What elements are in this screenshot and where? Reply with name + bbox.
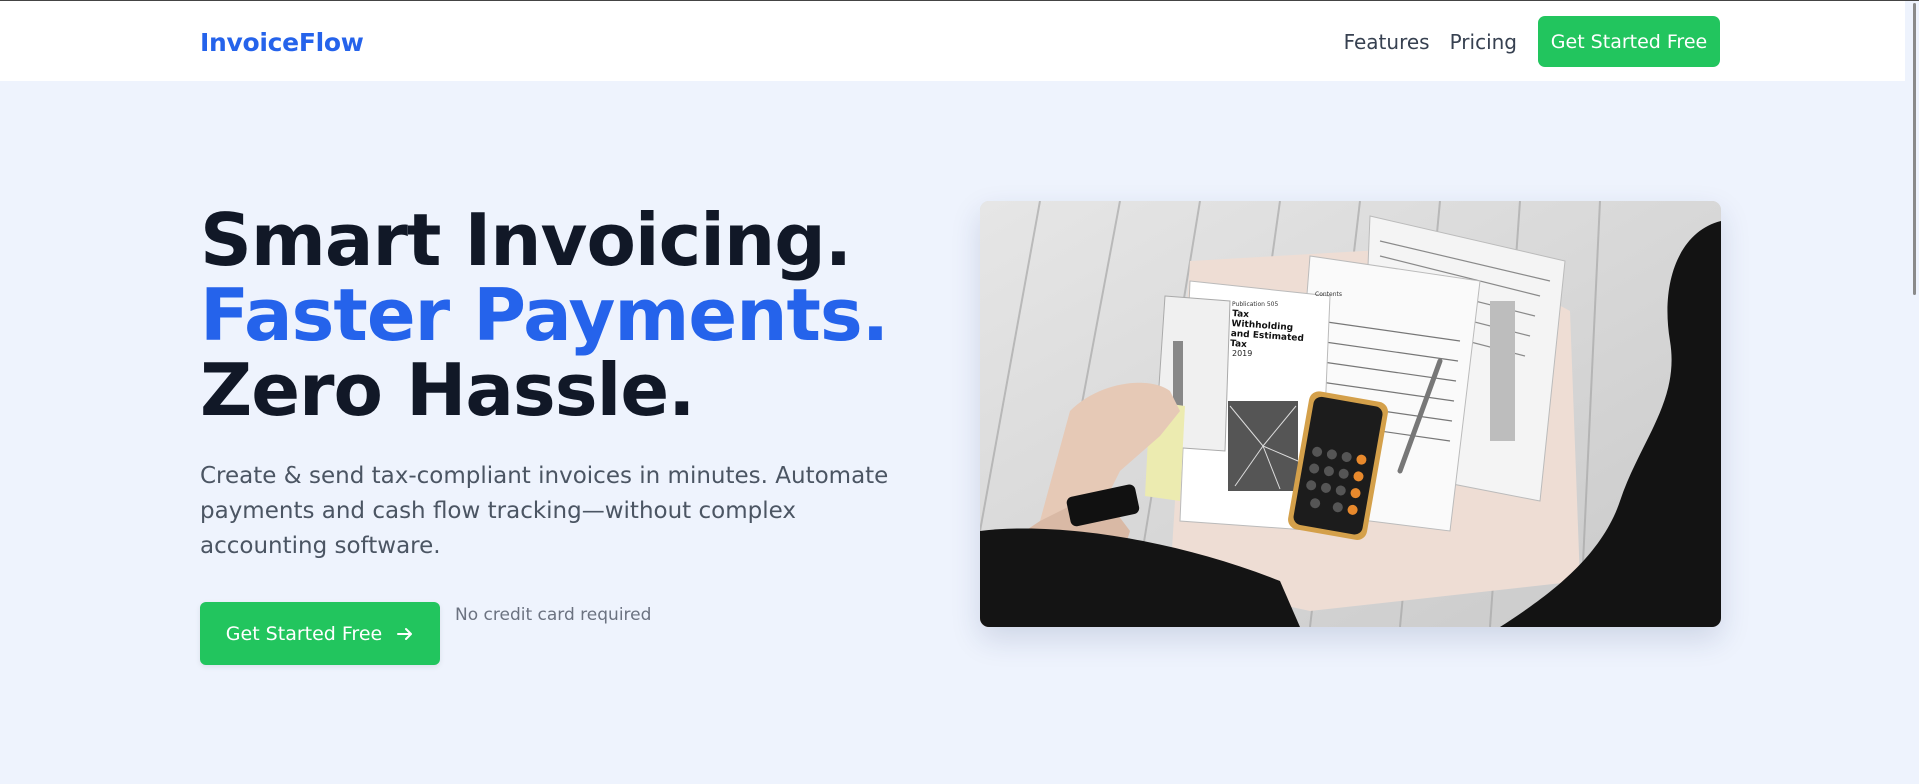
hero-title: Smart Invoicing. Faster Payments. Zero H…	[200, 198, 889, 432]
navbar: InvoiceFlow Features Pricing Get Started…	[0, 1, 1919, 81]
nav-links: Features Pricing Get Started Free	[1324, 16, 1720, 67]
hero-cta-label: Get Started Free	[225, 622, 383, 645]
scrollbar-thumb[interactable]	[1913, 3, 1916, 295]
scrollbar[interactable]	[1905, 1, 1919, 784]
form-year-text: 2019	[1232, 349, 1252, 358]
tax-documents-photo: Publication 505 Tax Withholding and Esti…	[980, 201, 1721, 627]
hero-image: Publication 505 Tax Withholding and Esti…	[980, 201, 1721, 627]
nav-link-features[interactable]: Features	[1344, 30, 1430, 54]
hero-get-started-button[interactable]: Get Started Free	[200, 602, 440, 665]
nav-get-started-button[interactable]: Get Started Free	[1538, 16, 1720, 67]
hero-title-line-1: Smart Invoicing.	[200, 198, 852, 282]
hero-subtitle: Create & send tax-compliant invoices in …	[200, 463, 889, 559]
arrow-right-icon	[397, 627, 413, 640]
hero-title-line-2: Faster Payments.	[200, 273, 889, 357]
hero-title-line-3: Zero Hassle.	[200, 348, 696, 432]
form-contents-text: Contents	[1315, 291, 1342, 298]
nav-link-pricing[interactable]: Pricing	[1450, 30, 1517, 54]
form-publication-text: Publication 505	[1232, 301, 1278, 308]
logo[interactable]: InvoiceFlow	[200, 28, 364, 57]
no-credit-card-note: No credit card required	[455, 605, 652, 625]
